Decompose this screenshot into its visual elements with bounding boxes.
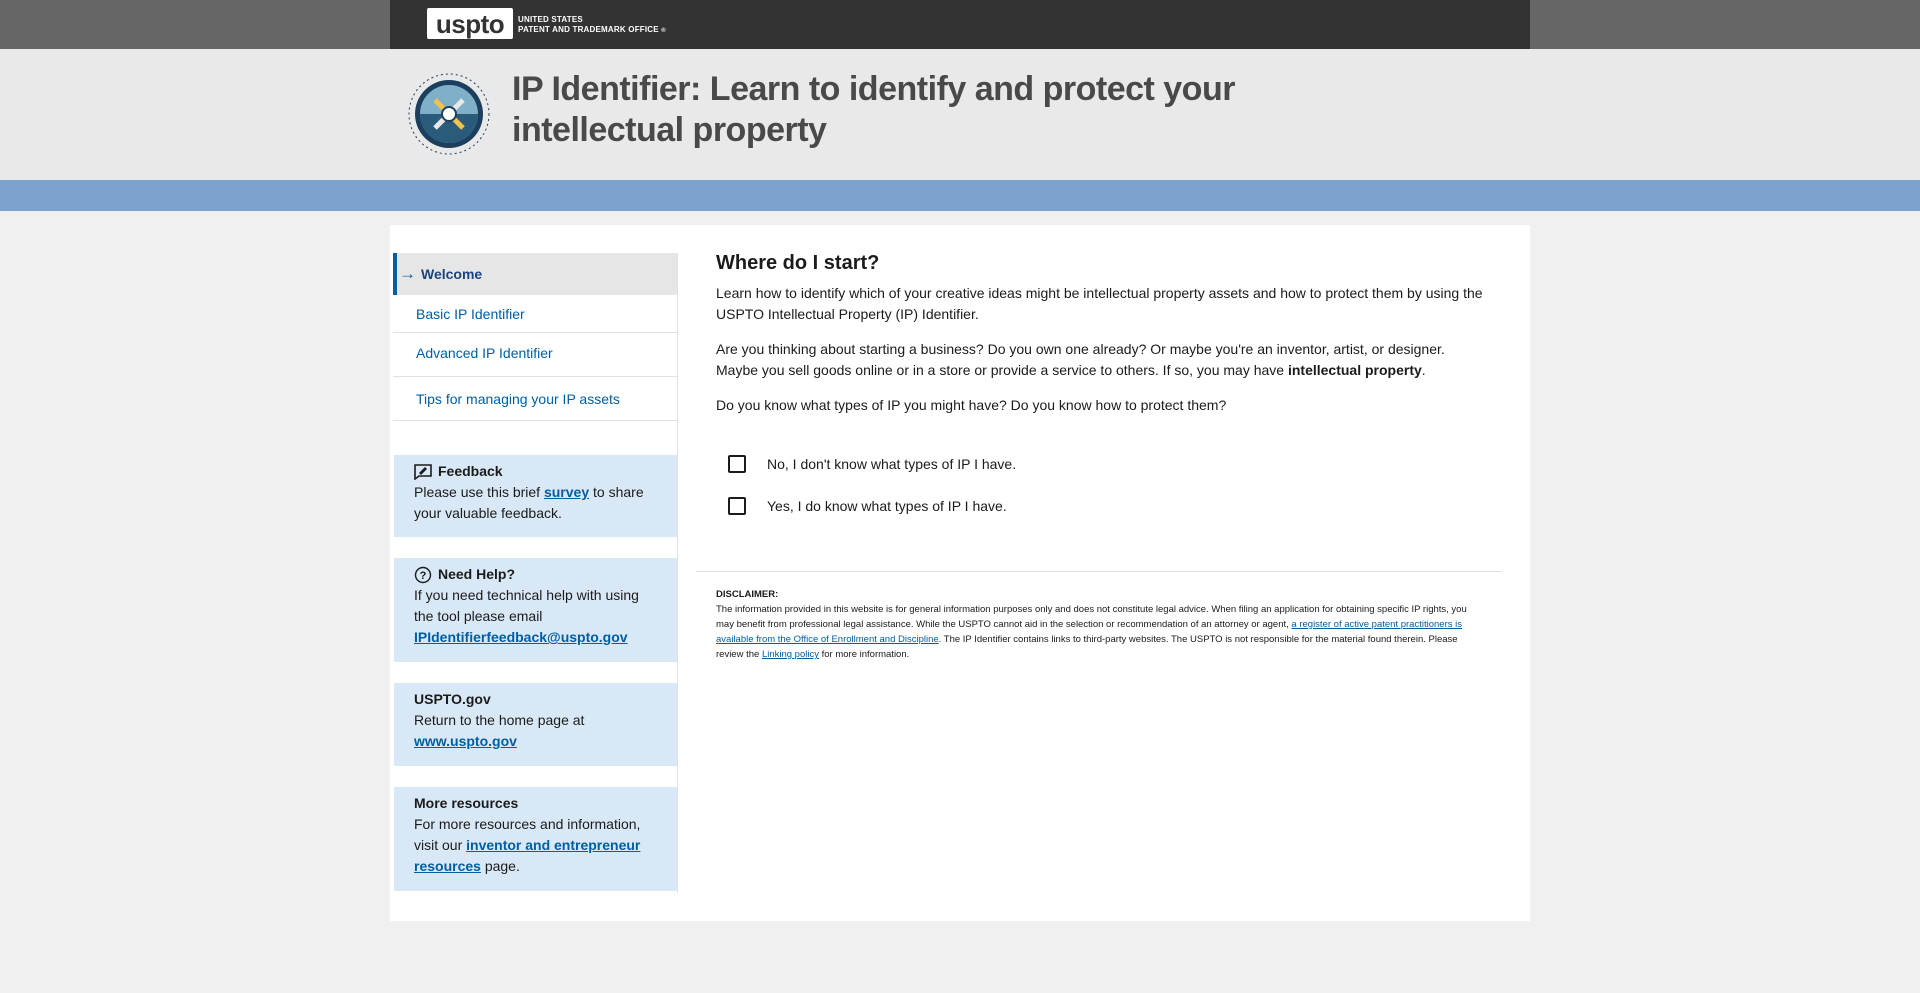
top-bar-inner: uspto UNITED STATES PATENT AND TRADEMARK… xyxy=(390,0,1530,49)
checkbox-no[interactable] xyxy=(728,455,746,473)
option-no-label: No, I don't know what types of IP I have… xyxy=(767,456,1017,472)
uspto-logo[interactable]: uspto xyxy=(427,8,513,39)
agency-line-1: UNITED STATES xyxy=(518,15,583,24)
survey-link[interactable]: survey xyxy=(544,484,589,500)
section-heading: Where do I start? xyxy=(716,252,880,274)
sidebar-item-label: Welcome xyxy=(421,266,483,282)
option-yes-label: Yes, I do know what types of IP I have. xyxy=(767,498,1007,514)
ip-identifier-emblem-icon xyxy=(408,73,490,155)
main-card: → Welcome Basic IP Identifier Advanced I… xyxy=(390,225,1530,921)
title-inner: IP Identifier: Learn to identify and pro… xyxy=(390,49,1530,180)
uspto-box: USPTO.gov Return to the home page at www… xyxy=(394,683,677,766)
main-content: Where do I start? Learn how to identify … xyxy=(716,249,1486,416)
feedback-box: Feedback Please use this brief survey to… xyxy=(394,455,677,537)
sidebar-item-tips[interactable]: Tips for managing your IP assets xyxy=(393,377,677,421)
option-no[interactable]: No, I don't know what types of IP I have… xyxy=(728,455,1016,473)
sidebar-item-label: Basic IP Identifier xyxy=(416,306,525,322)
resources-text: For more resources and information, visi… xyxy=(414,816,641,874)
question-text: Do you know what types of IP you might h… xyxy=(716,397,1227,413)
disclaimer-heading: DISCLAIMER: xyxy=(716,589,779,600)
help-email-link[interactable]: IPIdentifierfeedback@uspto.gov xyxy=(414,629,628,645)
resources-box: More resources For more resources and in… xyxy=(394,787,677,891)
option-yes[interactable]: Yes, I do know what types of IP I have. xyxy=(728,497,1007,515)
help-heading: ? Need Help? xyxy=(414,564,657,585)
feedback-text: Please use this brief survey to share yo… xyxy=(414,484,644,521)
svg-text:?: ? xyxy=(420,570,427,582)
top-bar: uspto UNITED STATES PATENT AND TRADEMARK… xyxy=(0,0,1920,49)
title-band: IP Identifier: Learn to identify and pro… xyxy=(0,49,1920,180)
intro-paragraph: Learn how to identify which of your crea… xyxy=(716,285,1483,322)
feedback-icon xyxy=(414,463,432,480)
uspto-heading: USPTO.gov xyxy=(414,691,491,707)
agency-name: UNITED STATES PATENT AND TRADEMARK OFFIC… xyxy=(518,15,666,36)
sidebar-item-advanced[interactable]: Advanced IP Identifier xyxy=(393,333,677,377)
page-title: IP Identifier: Learn to identify and pro… xyxy=(512,70,1235,149)
logo-wordmark: uspto xyxy=(435,8,505,39)
sidebar-item-label: Advanced IP Identifier xyxy=(416,345,553,361)
resources-heading: More resources xyxy=(414,795,519,811)
help-box: ? Need Help? If you need technical help … xyxy=(394,558,677,662)
checkbox-yes[interactable] xyxy=(728,497,746,515)
sidebar-item-label: Tips for managing your IP assets xyxy=(416,391,620,407)
blue-band xyxy=(0,180,1920,211)
content-divider xyxy=(696,571,1502,572)
question-circle-icon: ? xyxy=(414,566,432,583)
uspto-text: Return to the home page at www.uspto.gov xyxy=(414,712,585,749)
arrow-right-icon: → xyxy=(399,264,416,283)
sidebar-item-welcome[interactable]: → Welcome xyxy=(393,253,677,295)
uspto-home-link[interactable]: www.uspto.gov xyxy=(414,733,517,749)
disclaimer-text: The information provided in this website… xyxy=(716,604,1467,660)
agency-line-2: PATENT AND TRADEMARK OFFICE ® xyxy=(518,25,666,34)
disclaimer: DISCLAIMER: The information provided in … xyxy=(716,587,1476,662)
sidebar-item-basic[interactable]: Basic IP Identifier xyxy=(393,295,677,333)
sidebar: → Welcome Basic IP Identifier Advanced I… xyxy=(393,253,678,893)
linking-policy-link[interactable]: Linking policy xyxy=(762,649,819,660)
business-paragraph: Are you thinking about starting a busine… xyxy=(716,341,1445,378)
help-text: If you need technical help with using th… xyxy=(414,587,639,645)
feedback-heading: Feedback xyxy=(414,461,657,482)
